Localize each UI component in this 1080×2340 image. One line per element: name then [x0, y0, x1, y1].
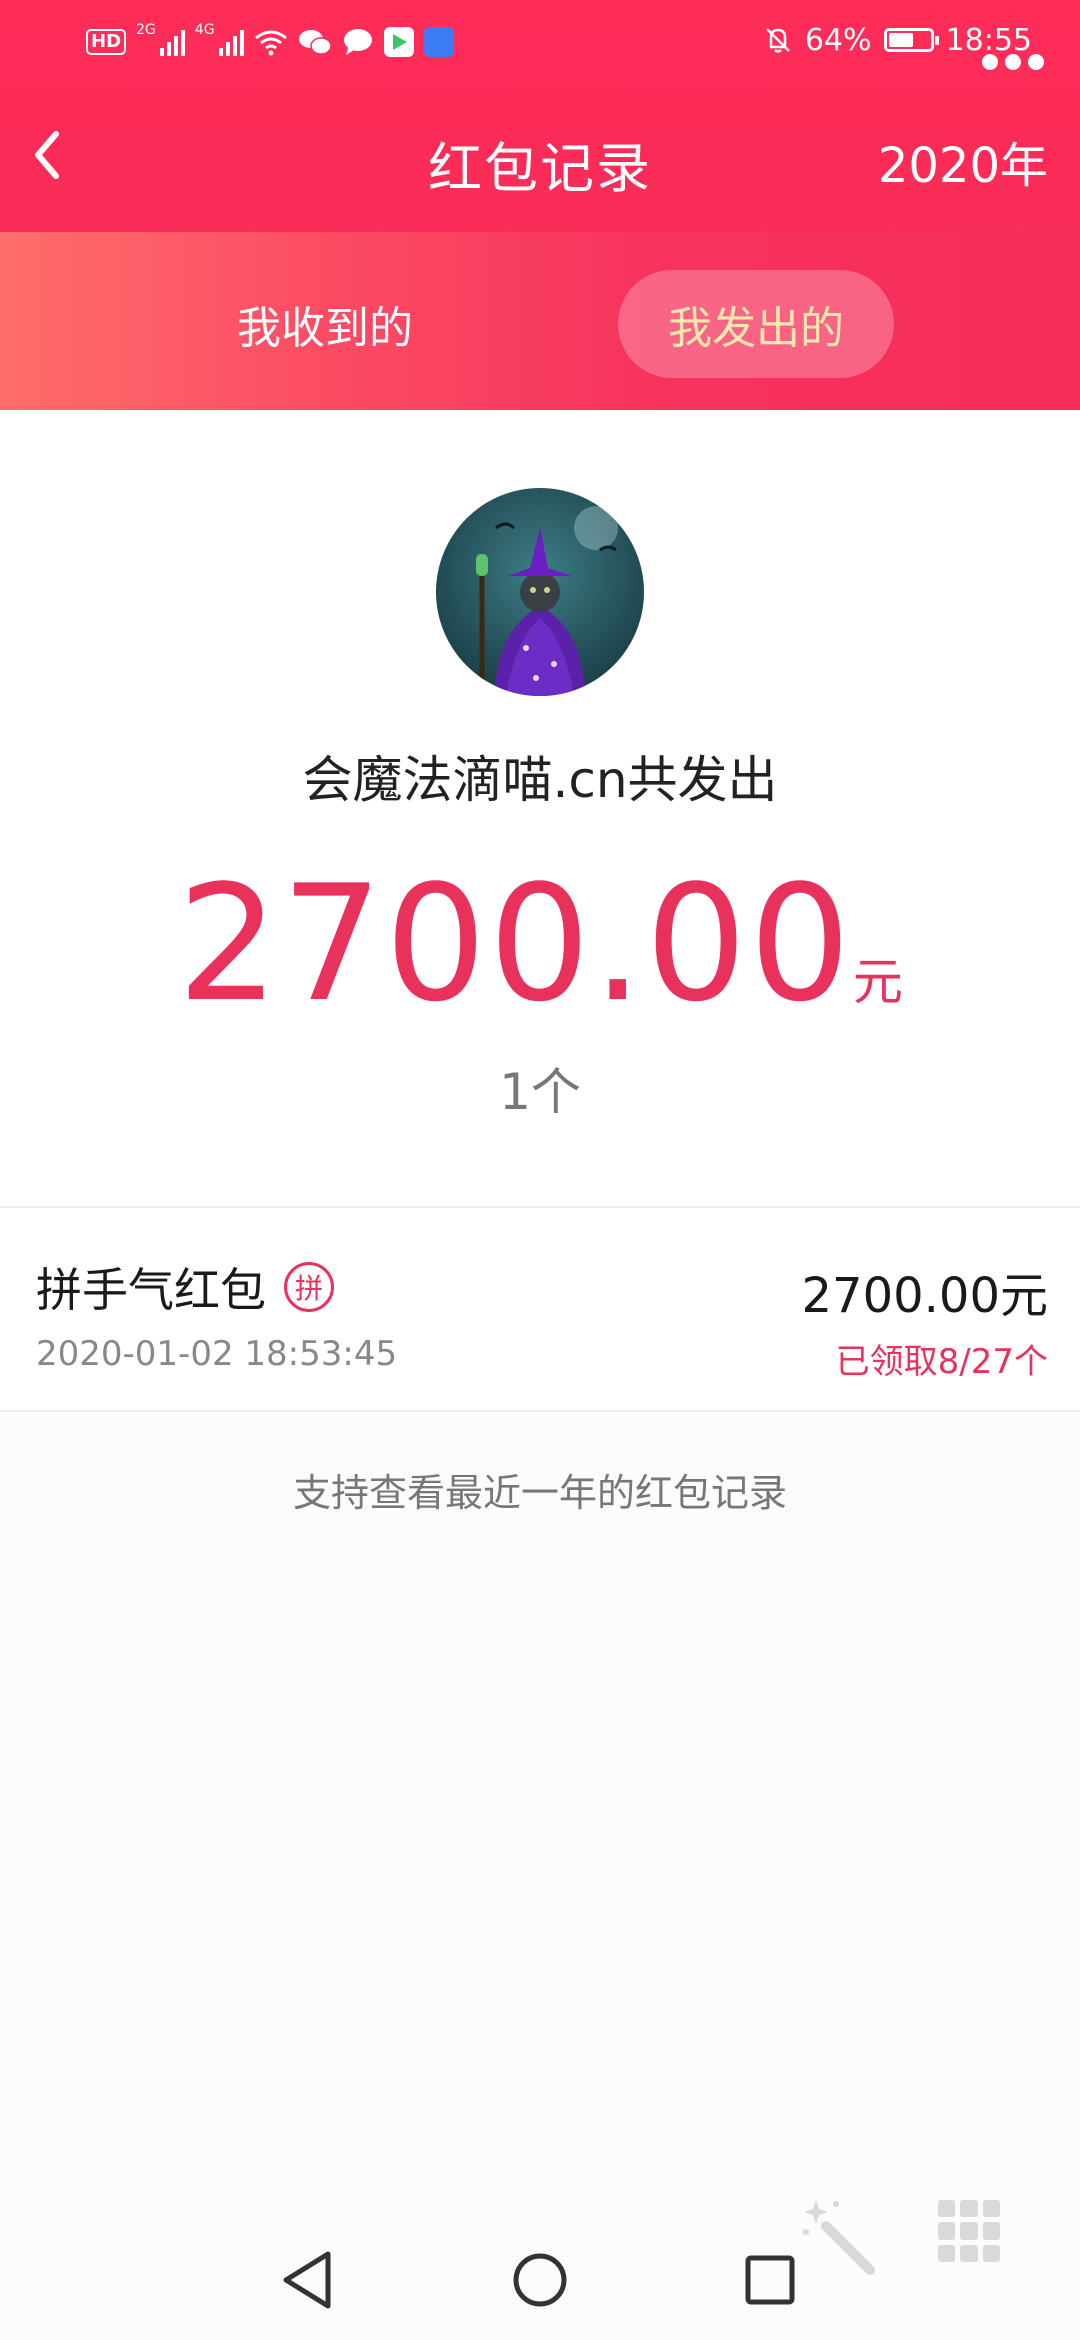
signal-icon [218, 28, 244, 56]
nav-bar: 红包记录 2020年 [0, 90, 1080, 220]
history-note: 支持查看最近一年的红包记录 [292, 1471, 787, 1515]
record-amount: 2700.00元 [801, 1268, 1049, 1324]
more-dots-icon[interactable] [982, 54, 1044, 70]
sent-summary: 会魔法滴喵.cn共发出 2700.00元 1个 [0, 410, 1080, 1208]
total-amount: 2700.00元 [0, 850, 1080, 1037]
bell-muted-icon [765, 28, 790, 53]
nav-recents-icon[interactable] [730, 2240, 810, 2320]
wechat-icon [298, 30, 332, 55]
wifi-icon [254, 30, 287, 56]
avatar [436, 488, 644, 696]
system-nav-bar [0, 2240, 1080, 2340]
battery-percent: 64% [804, 22, 872, 58]
hd-voice-icon: HD [86, 29, 127, 55]
list-item[interactable]: 拼手气红包 拼 2020-01-02 18:53:45 2700.00元 已领取… [0, 1208, 1080, 1412]
packet-count: 1个 [499, 1063, 581, 1121]
record-claim-status: 已领取8/27个 [835, 1342, 1048, 1382]
tab-received[interactable]: 我收到的 [180, 270, 470, 378]
nav-back-icon[interactable] [270, 2240, 350, 2320]
total-amount-value: 2700.00 [177, 850, 853, 1037]
year-selector[interactable]: 2020年 [878, 126, 1048, 196]
clock: 18:55 [945, 22, 1032, 58]
record-type-label: 拼手气红包 [36, 1263, 266, 1317]
battery-icon [883, 28, 939, 52]
header: HD 2G 4G 64% 18:55 红包记录 2020年 我收到的 我发出的 [0, 0, 1080, 410]
message-icon [343, 29, 372, 55]
tab-bar: 我收到的 我发出的 [0, 232, 1080, 410]
nav-home-icon[interactable] [500, 2240, 580, 2320]
tieba-app-icon [423, 27, 454, 57]
signal-icon [159, 28, 185, 56]
currency-unit: 元 [852, 953, 903, 1011]
status-bar: HD 2G 4G 64% 18:55 [0, 0, 1080, 80]
sim2-type: 4G [194, 22, 215, 38]
record-type: 拼手气红包 拼 [36, 1254, 334, 1320]
tab-sent[interactable]: 我发出的 [618, 270, 894, 378]
status-left-icons: HD 2G 4G [86, 22, 454, 62]
lucky-packet-badge: 拼 [284, 1262, 334, 1312]
sender-summary-text: 会魔法滴喵.cn共发出 [302, 751, 778, 809]
video-app-icon [383, 27, 414, 57]
record-time: 2020-01-02 18:53:45 [36, 1334, 398, 1374]
sim1-type: 2G [136, 22, 156, 38]
